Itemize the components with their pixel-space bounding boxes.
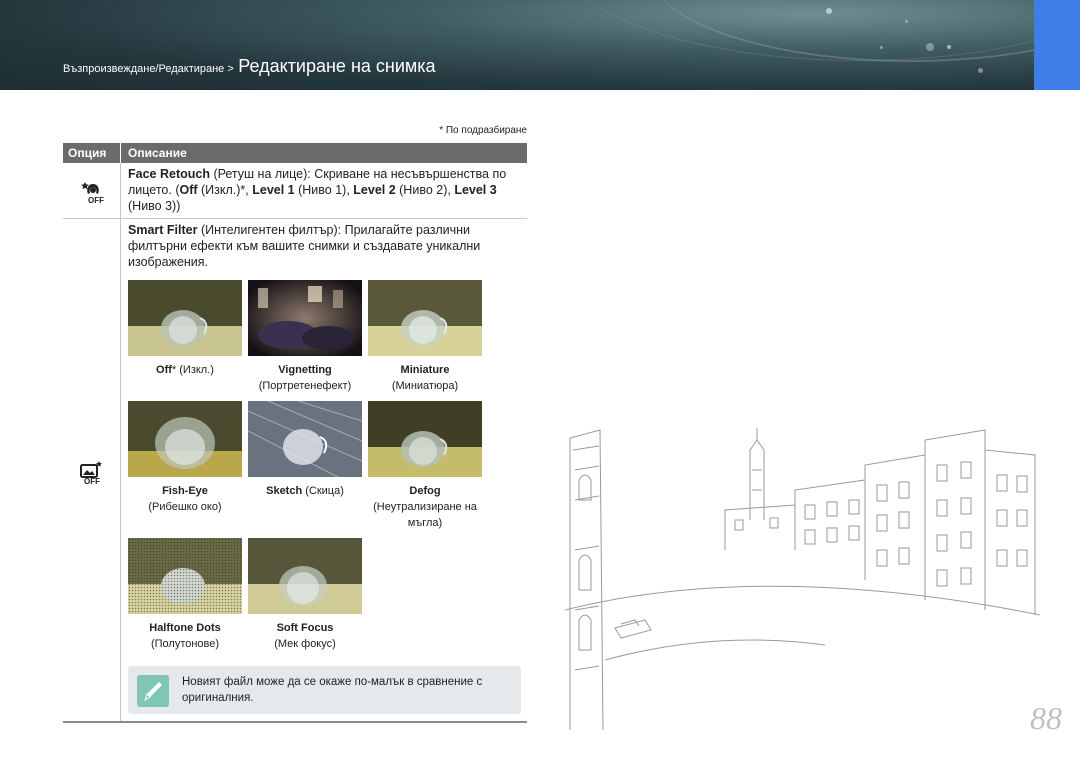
- column-divider-line: [120, 163, 121, 721]
- filter-name: Fish-Eye: [162, 485, 208, 497]
- filter-sub: (Неутрализиране на мъгла): [373, 501, 477, 529]
- cityscape-sketch-illustration: [565, 428, 1040, 731]
- column-description: Описание: [128, 146, 187, 160]
- filter-caption-fish-eye: Fish-Eye (Рибешко око): [125, 483, 245, 515]
- svg-text:OFF: OFF: [88, 196, 104, 204]
- filter-label: (Скица): [302, 485, 344, 497]
- face-retouch-description: Face Retouch (Ретуш на лице): Скриване н…: [128, 166, 524, 214]
- filter-caption-sketch: Sketch (Скица): [245, 483, 365, 499]
- face-retouch-off-icon: OFF: [78, 178, 104, 205]
- filter-caption-off: Off* (Изкл.): [125, 362, 245, 378]
- value-level-2: Level 2: [353, 183, 396, 197]
- banner-sparkle: [978, 68, 983, 73]
- filter-name: Soft Focus: [276, 622, 334, 634]
- value-off: Off: [179, 183, 198, 197]
- filter-label: * (Изкл.): [171, 364, 214, 376]
- filter-name: Off: [156, 364, 172, 376]
- filter-thumb-fish-eye: [128, 401, 242, 477]
- filter-caption-halftone-dots: Halftone Dots (Полутонове): [125, 620, 245, 652]
- banner-sparkle: [880, 46, 883, 49]
- filter-name: Sketch: [266, 485, 303, 497]
- filter-name: Halftone Dots: [149, 622, 221, 634]
- filter-name: Miniature: [400, 364, 450, 376]
- filter-thumb-miniature: [368, 280, 482, 356]
- pen-note-icon: [137, 675, 169, 707]
- column-divider: [120, 143, 121, 163]
- filter-sub: (Рибешко око): [148, 501, 222, 513]
- filter-caption-vignetting: Vignetting (Портретенефект): [245, 362, 365, 394]
- filter-caption-miniature: Miniature (Миниатюра): [365, 362, 485, 394]
- option-name: Face Retouch: [128, 167, 210, 181]
- description-text: (Ниво 3)): [128, 199, 181, 213]
- filter-thumb-vignetting: [248, 280, 362, 356]
- value-level-1: Level 1: [252, 183, 295, 197]
- default-note: * По подразбиране: [439, 125, 527, 136]
- filter-sub: (Портретенефект): [258, 380, 352, 392]
- banner-sparkle: [826, 8, 832, 14]
- filter-sub: (Мек фокус): [274, 638, 336, 650]
- filter-caption-defog: Defog (Неутрализиране на мъгла): [362, 483, 488, 531]
- filter-sub: (Миниатюра): [391, 380, 459, 392]
- page-title: Редактиране на снимка: [238, 56, 436, 76]
- filter-thumb-off: [128, 280, 242, 356]
- smart-filter-off-icon: OFF: [78, 459, 104, 486]
- filter-thumb-soft-focus: [248, 538, 362, 614]
- breadcrumb: Възпроизвеждане/Редактиране > Редактиран…: [63, 56, 436, 77]
- filter-thumb-halftone-dots: [128, 538, 242, 614]
- page-number: 88: [1030, 700, 1062, 736]
- filter-thumb-defog: [368, 401, 482, 477]
- smart-filter-description: Smart Filter (Интелигентен филтър): Прил…: [128, 222, 524, 270]
- filter-sub: (Полутонове): [150, 638, 220, 650]
- row-divider: [63, 218, 527, 219]
- table-bottom-border: [63, 721, 527, 723]
- filter-caption-soft-focus: Soft Focus (Мек фокус): [245, 620, 365, 652]
- description-text: (Ниво 1),: [294, 183, 354, 197]
- chapter-tab: [1034, 0, 1080, 90]
- filter-name: Defog: [409, 485, 441, 497]
- banner-sparkle: [905, 20, 908, 23]
- note-text: Новият файл може да се окаже по-малък в …: [182, 676, 483, 704]
- column-option: Опция: [68, 146, 107, 160]
- description-text: (Изкл.)*,: [197, 183, 253, 197]
- table-header: Опция Описание: [63, 143, 527, 163]
- description-text: (Ниво 2),: [395, 183, 455, 197]
- option-name: Smart Filter: [128, 223, 198, 237]
- filter-thumb-sketch: [248, 401, 362, 477]
- banner-sparkle: [947, 45, 951, 49]
- value-level-3: Level 3: [454, 183, 497, 197]
- note-box: Новият файл може да се окаже по-малък в …: [128, 666, 521, 714]
- filter-name: Vignetting: [278, 364, 332, 376]
- svg-text:OFF: OFF: [84, 477, 100, 485]
- banner-sparkle: [926, 43, 934, 51]
- breadcrumb-path[interactable]: Възпроизвеждане/Редактиране >: [63, 63, 234, 75]
- banner-arc: [560, 0, 1034, 61]
